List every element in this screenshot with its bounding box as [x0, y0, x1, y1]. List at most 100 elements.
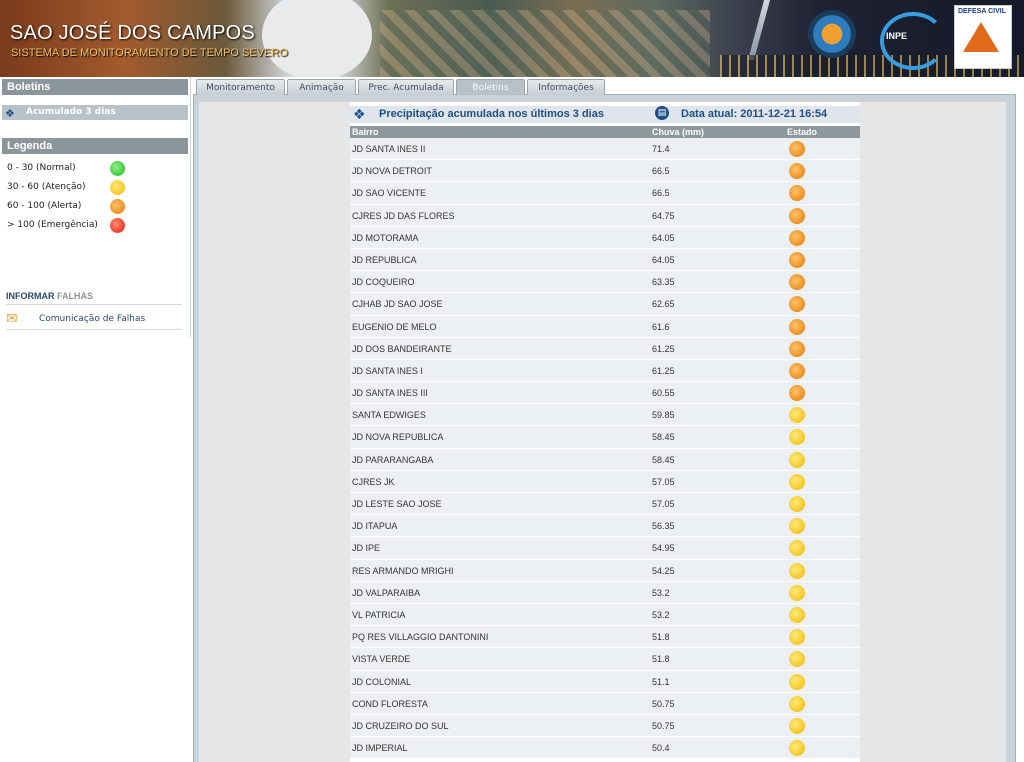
- chuva-cell: 50.75: [652, 720, 675, 731]
- tab-monitoramento[interactable]: Monitoramento: [196, 79, 285, 95]
- table-row: JD DOS BANDEIRANTE 61.25: [350, 337, 860, 360]
- status-dot-orange-icon: [110, 199, 125, 214]
- bairro-cell: VISTA VERDE: [352, 654, 411, 665]
- chuva-cell: 64.75: [652, 210, 675, 221]
- legend-item: 0 - 30 (Normal): [0, 159, 190, 178]
- table-row: JD NOVA DETROIT 66.5: [350, 160, 860, 183]
- bairro-cell: JD NOVA REPUBLICA: [352, 432, 444, 443]
- legend-item: > 100 (Emergência): [0, 216, 190, 235]
- status-dot-yellow-icon: [789, 562, 805, 579]
- bairro-cell: JD LESTE SAO JOSE: [352, 499, 442, 509]
- col-estado[interactable]: Estado: [787, 126, 817, 138]
- status-dot-yellow-icon: [789, 629, 805, 646]
- table-row: JD SANTA INES II 71.4: [350, 138, 860, 161]
- status-dot-orange-icon: [789, 251, 805, 268]
- status-dot-orange-icon: [789, 163, 805, 180]
- chuva-cell: 64.05: [652, 232, 675, 243]
- bairro-cell: JD SAO VICENTE: [352, 188, 427, 199]
- bairro-cell: JD REPUBLICA: [352, 254, 417, 265]
- status-dot-yellow-icon: [789, 606, 805, 623]
- status-dot-orange-icon: [789, 185, 805, 202]
- table-row: CJRES JD DAS FLORES 64.75: [350, 204, 860, 227]
- table-row: JD LESTE SAO JOSE 57.05: [350, 493, 860, 516]
- status-dot-yellow-icon: [789, 717, 805, 734]
- bairro-cell: PQ RES VILLAGGIO DANTONINI: [352, 632, 489, 643]
- table-row: JD COQUEIRO 63.35: [350, 271, 860, 294]
- partner-logo[interactable]: [808, 10, 856, 58]
- table-row: JD IPE 54.95: [350, 537, 860, 560]
- status-dot-green-icon: [110, 161, 125, 176]
- table-row: VISTA VERDE 51.8: [350, 648, 860, 671]
- chuva-cell: 71.4: [652, 144, 670, 154]
- site-title: SAO JOSÉ DOS CAMPOS: [10, 22, 255, 44]
- table-row: RES ARMANDO MRIGHI 54.25: [350, 559, 860, 582]
- bairro-cell: JD VALPARAIBA: [352, 587, 421, 598]
- tab-anima-o[interactable]: Animação: [287, 79, 356, 95]
- site-subtitle: SISTEMA DE MONITORAMENTO DE TEMPO SEVERO: [11, 47, 288, 59]
- panel-header: ❖ Precipitação acumulada nos últimos 3 d…: [350, 106, 860, 123]
- bairro-cell: JD MOTORAMA: [352, 232, 419, 243]
- informar-label: INFORMAR: [6, 291, 55, 301]
- rain-drops-icon: ❖: [353, 107, 366, 123]
- status-dot-yellow-icon: [789, 473, 805, 490]
- legend-label: 30 - 60 (Atenção): [7, 182, 86, 192]
- header-banner: SAO JOSÉ DOS CAMPOS SISTEMA DE MONITORAM…: [0, 0, 1024, 77]
- bairro-cell: JD ITAPUA: [352, 521, 398, 532]
- divider: [6, 304, 182, 305]
- bairro-cell: JD CRUZEIRO DO SUL: [352, 720, 449, 731]
- legend-label: 60 - 100 (Alerta): [7, 201, 82, 211]
- sidebar-item-label: Acumulado 3 dias: [26, 107, 116, 117]
- radar-dome-image: [262, 0, 372, 77]
- bairro-cell: JD SANTA INES III: [352, 388, 428, 399]
- status-dot-yellow-icon: [789, 695, 805, 712]
- chuva-cell: 50.75: [652, 698, 675, 709]
- table-row: JD ITAPUA 56.35: [350, 515, 860, 538]
- comunicacao-falhas-link[interactable]: ✉ Comunicação de Falhas: [6, 311, 182, 330]
- status-dot-yellow-icon: [789, 584, 805, 601]
- chuva-cell: 51.8: [652, 654, 670, 665]
- legenda-header: Legenda: [2, 138, 188, 154]
- chuva-cell: 51.8: [652, 632, 670, 643]
- chuva-cell: 61.25: [652, 365, 675, 376]
- bairro-cell: JD COQUEIRO: [352, 277, 415, 288]
- chuva-cell: 62.65: [652, 299, 675, 310]
- content-area: ❖ Precipitação acumulada nos últimos 3 d…: [199, 102, 1006, 762]
- rainfall-table-body: JD SANTA INES II 71.4 JD NOVA DETROIT 66.5 J…: [350, 138, 860, 760]
- table-row: JD SANTA INES I 61.25: [350, 359, 860, 383]
- status-dot-red-icon: [110, 218, 125, 233]
- table-row: PQ RES VILLAGGIO DANTONINI 51.8: [350, 626, 860, 649]
- tab-informa-es[interactable]: Informações: [527, 79, 605, 95]
- comunicacao-falhas-label: Comunicação de Falhas: [39, 314, 146, 324]
- boletins-header: Boletins: [2, 79, 188, 95]
- content-frame: ❖ Precipitação acumulada nos últimos 3 d…: [193, 94, 1016, 762]
- table-header: Bairro Chuva (mm) Estado: [350, 126, 860, 138]
- table-row: SANTA EDWIGES 59.85: [350, 404, 860, 427]
- status-dot-yellow-icon: [789, 429, 805, 446]
- bairro-cell: JD COLONIAL: [352, 676, 412, 687]
- bairro-cell: JD DOS BANDEIRANTE: [352, 343, 452, 354]
- sidebar: Boletins ❖ Acumulado 3 dias Legenda 0 - …: [0, 77, 191, 337]
- chuva-cell: 54.25: [652, 565, 675, 576]
- chuva-cell: 58.45: [652, 432, 675, 443]
- table-row: EUGENIO DE MELO 61.6: [350, 315, 860, 338]
- chuva-cell: 61.25: [652, 343, 675, 354]
- falhas-label: FALHAS: [57, 291, 94, 301]
- chuva-cell: 50.4: [652, 743, 670, 754]
- bairro-cell: CJRES JK: [352, 476, 395, 487]
- calendar-icon: ▤: [655, 106, 669, 120]
- col-chuva[interactable]: Chuva (mm): [652, 126, 704, 138]
- sidebar-item-acumulado-3-dias[interactable]: ❖ Acumulado 3 dias: [2, 105, 188, 120]
- bairro-cell: JD NOVA DETROIT: [352, 166, 432, 177]
- legend-label: 0 - 30 (Normal): [7, 163, 76, 173]
- bairro-cell: EUGENIO DE MELO: [352, 321, 437, 332]
- status-dot-orange-icon: [789, 340, 805, 357]
- tab-prec-acumulada[interactable]: Prec. Acumulada: [358, 79, 454, 95]
- inpe-logo[interactable]: [880, 12, 946, 70]
- status-dot-orange-icon: [789, 274, 805, 291]
- chuva-cell: 53.2: [652, 587, 670, 598]
- tab-boletins[interactable]: Boletins: [456, 79, 525, 95]
- bairro-cell: JD IMPERIAL: [352, 743, 408, 754]
- chuva-cell: 66.5: [652, 188, 670, 199]
- legend-label: > 100 (Emergência): [7, 220, 98, 230]
- col-bairro[interactable]: Bairro: [352, 126, 379, 138]
